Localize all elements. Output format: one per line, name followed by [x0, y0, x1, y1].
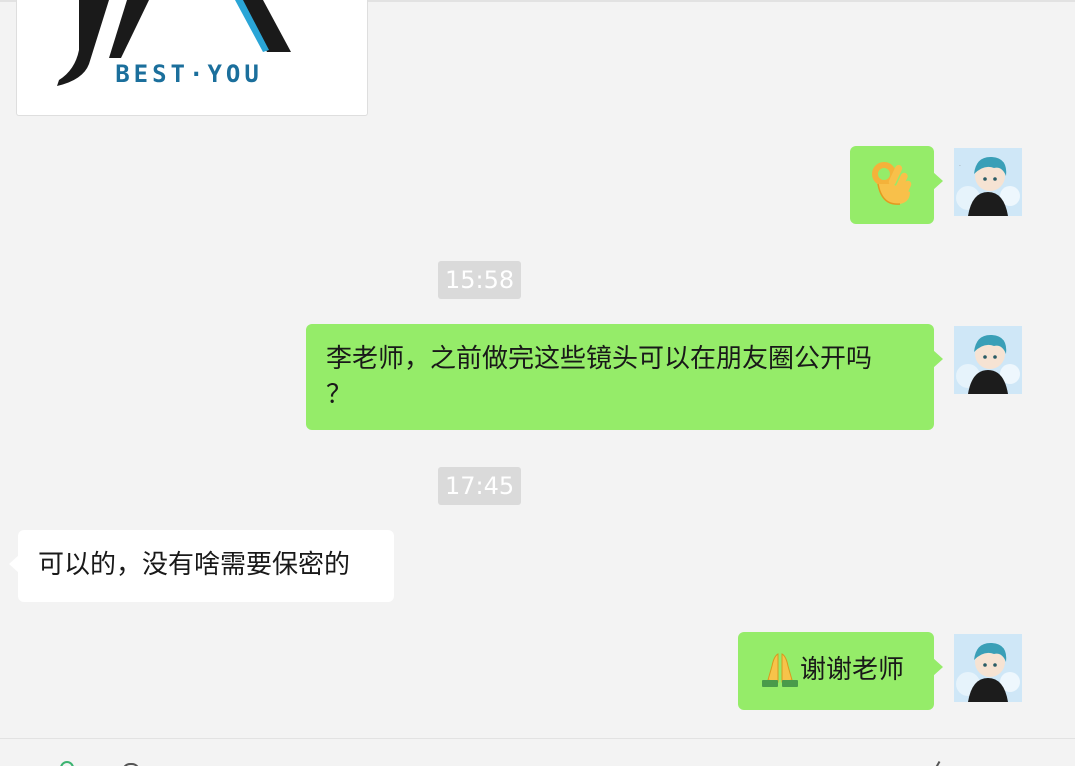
message-text: 可以的，没有啥需要保密的: [38, 550, 351, 580]
image-message-logo[interactable]: BEST·YOU: [16, 0, 368, 116]
emoji-icon[interactable]: [60, 761, 74, 766]
input-toolbar: [0, 738, 1075, 766]
ok-hand-emoji-icon: [872, 162, 912, 205]
message-text-line: ？: [326, 380, 353, 410]
timestamp: 15:58: [438, 261, 522, 299]
message-bubble-reply[interactable]: 可以的，没有啥需要保密的: [9, 530, 394, 602]
more-icon[interactable]: [934, 761, 948, 766]
best-you-logo-image: BEST·YOU: [57, 0, 291, 88]
svg-text:·: ·: [959, 163, 961, 170]
message-bubble-thanks[interactable]: 谢谢老师: [738, 632, 943, 710]
message-text-line: 李老师，之前做完这些镜头可以在朋友圈公开吗: [326, 344, 873, 374]
my-avatar[interactable]: ·: [954, 148, 1022, 216]
chat-message-area: BEST·YOU · 15:58 李老师，之前做完这些镜头可以在朋友圈公开吗 ？…: [0, 0, 1075, 766]
avatar-icon: [954, 326, 1022, 394]
logo-text: BEST·YOU: [115, 60, 263, 88]
timestamp: 17:45: [438, 467, 522, 505]
message-text: 谢谢老师: [800, 655, 905, 685]
avatar-icon: ·: [954, 148, 1022, 216]
my-avatar[interactable]: [954, 634, 1022, 702]
my-avatar[interactable]: [954, 326, 1022, 394]
folded-hands-emoji-icon: [760, 652, 800, 688]
message-bubble-question[interactable]: 李老师，之前做完这些镜头可以在朋友圈公开吗 ？: [306, 324, 943, 430]
message-bubble-ok[interactable]: [850, 146, 943, 224]
avatar-icon: [954, 634, 1022, 702]
